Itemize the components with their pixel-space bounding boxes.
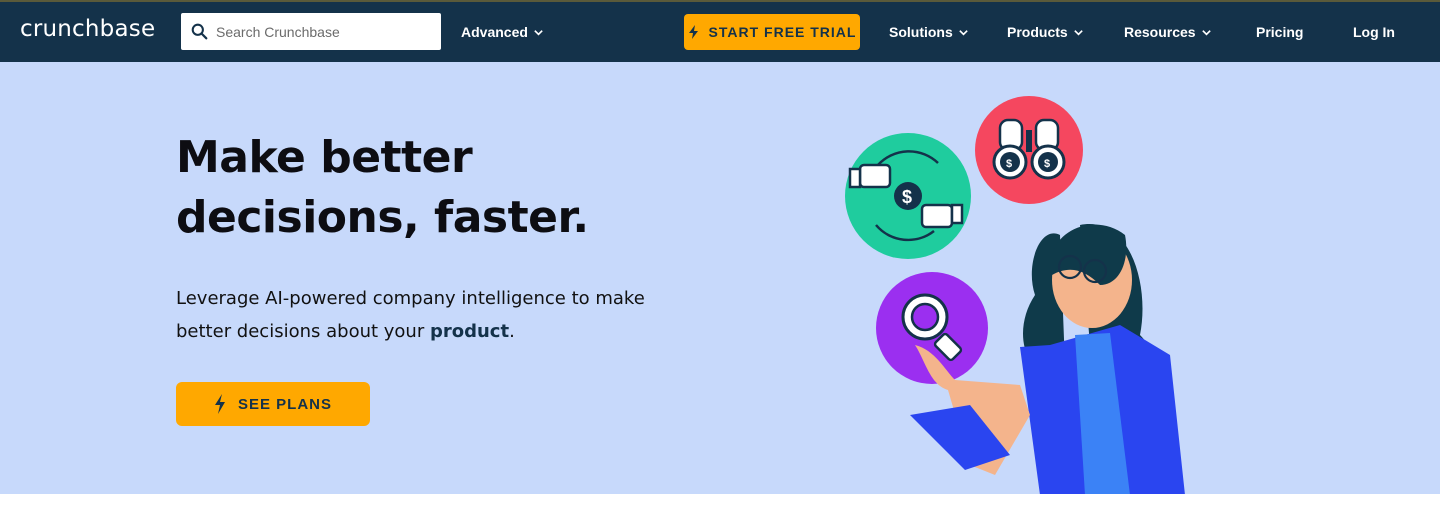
- nav-advanced-dropdown[interactable]: Advanced: [461, 24, 544, 40]
- svg-text:$: $: [902, 187, 912, 207]
- crunchbase-logo[interactable]: crunchbase: [20, 16, 155, 42]
- page-below-hero: [0, 494, 1440, 521]
- nav-solutions-label: Solutions: [889, 24, 953, 40]
- lightning-bolt-icon: [214, 394, 225, 414]
- top-navigation-bar: crunchbase Advanced START FREE TRIAL Sol…: [0, 2, 1440, 62]
- search-box[interactable]: [181, 13, 441, 50]
- nav-solutions-dropdown[interactable]: Solutions: [889, 24, 969, 40]
- svg-text:$: $: [1044, 158, 1050, 170]
- hero-subtitle: Leverage AI-powered company intelligence…: [176, 282, 656, 348]
- chevron-down-icon: [959, 29, 968, 36]
- hero-title-line-1: Make better: [176, 132, 473, 183]
- see-plans-label: SEE PLANS: [237, 395, 333, 413]
- chevron-down-icon: [1201, 29, 1211, 36]
- search-icon: [191, 23, 208, 40]
- see-plans-button[interactable]: SEE PLANS: [176, 382, 370, 426]
- search-input[interactable]: [216, 23, 436, 40]
- nav-resources-label: Resources: [1124, 24, 1196, 40]
- chevron-down-icon: [534, 29, 543, 36]
- svg-text:$: $: [1006, 158, 1012, 170]
- nav-products-dropdown[interactable]: Products: [1007, 24, 1084, 40]
- hero-title: Make better decisions, faster.: [176, 128, 736, 248]
- nav-products-label: Products: [1007, 24, 1068, 40]
- hero-subtitle-text: Leverage AI-powered company intelligence…: [176, 288, 645, 342]
- hero-subtitle-emphasis: product: [429, 321, 510, 342]
- hero-title-line-2: decisions, faster.: [176, 192, 589, 243]
- start-free-trial-button[interactable]: START FREE TRIAL: [684, 14, 860, 50]
- nav-login-link[interactable]: Log In: [1353, 24, 1395, 40]
- nav-advanced-label: Advanced: [461, 24, 528, 40]
- lightning-bolt-icon: [688, 25, 698, 39]
- nav-pricing-link[interactable]: Pricing: [1256, 24, 1303, 40]
- thumbs-dollar-icon: $: [845, 133, 971, 259]
- hero-illustration: $ $ $: [845, 96, 1185, 495]
- hero-section: Make better decisions, faster. Leverage …: [0, 62, 1440, 494]
- binoculars-icon: $ $: [975, 96, 1083, 204]
- start-free-trial-label: START FREE TRIAL: [708, 24, 857, 40]
- chevron-down-icon: [1073, 29, 1083, 36]
- hero-subtitle-period: .: [509, 321, 515, 342]
- nav-resources-dropdown[interactable]: Resources: [1124, 24, 1212, 40]
